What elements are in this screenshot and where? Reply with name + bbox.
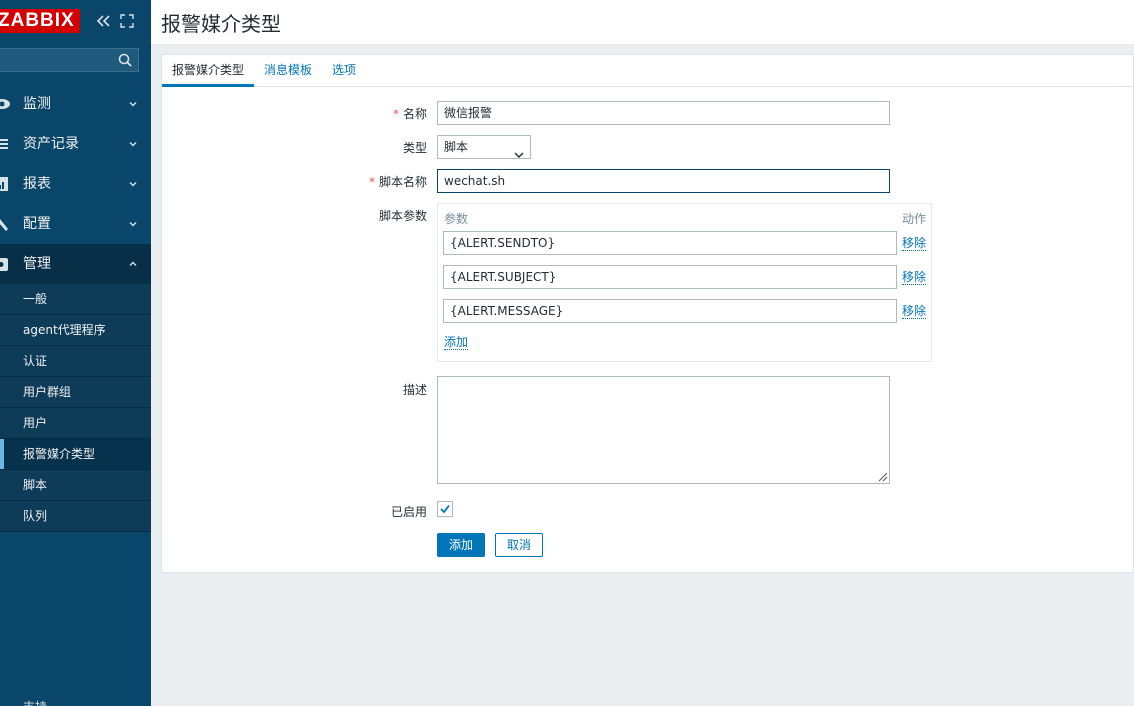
menu-administration-label: 管理 (23, 256, 51, 272)
submenu-label: 用户群组 (23, 385, 72, 399)
submenu-item-media-types[interactable]: 报警媒介类型 (0, 439, 151, 470)
gear-icon (0, 256, 10, 272)
search-icon[interactable] (118, 53, 132, 67)
chevron-down-icon (128, 218, 138, 228)
menu-administration[interactable]: 管理 (0, 244, 151, 284)
type-label: 类型 (402, 141, 427, 155)
logo-row: ZABBIX (0, 0, 151, 44)
chevron-down-icon (128, 98, 138, 108)
param-input[interactable]: {ALERT.SUBJECT} (443, 265, 897, 289)
add-button[interactable]: 添加 (437, 533, 485, 557)
menu-reports-label: 报表 (23, 176, 51, 192)
menu-monitoring-label: 监测 (23, 96, 51, 112)
checkmark-icon (440, 504, 450, 514)
remove-param-button[interactable]: 移除 (902, 236, 927, 251)
page-title: 报警媒介类型 (161, 12, 281, 36)
remove-param-button[interactable]: 移除 (902, 270, 927, 285)
type-select[interactable]: 脚本 (437, 135, 531, 159)
script-name-label: * 脚本名称 (368, 175, 427, 189)
script-name-field[interactable]: wechat.sh (437, 169, 890, 193)
param-input[interactable]: {ALERT.MESSAGE} (443, 299, 897, 323)
menu-inventory-label: 资产记录 (23, 136, 79, 152)
submenu-item-queue[interactable]: 队列 (0, 501, 151, 532)
chevron-down-icon (128, 178, 138, 188)
main-content: 报警媒介类型 报警媒介类型 消息模板 选项 * 名称 微信报警 类型 脚本 * 脚本… (151, 0, 1134, 706)
collapse-sidebar-icon[interactable] (95, 12, 111, 30)
description-label: 描述 (402, 383, 427, 397)
sidebar: ZABBIX 监测 资产记录 报表 配置 管理 一般 agent代理程序 认证 … (0, 0, 151, 706)
tab-options[interactable]: 选项 (332, 55, 356, 87)
support-link[interactable]: 支持 (23, 698, 47, 706)
submenu-label: 队列 (23, 509, 48, 523)
actions-column-header: 动作 (902, 212, 927, 226)
submenu-label: 用户 (23, 416, 48, 430)
name-field[interactable]: 微信报警 (437, 101, 890, 125)
submenu-label: 报警媒介类型 (23, 447, 96, 461)
admin-submenu: 一般 agent代理程序 认证 用户群组 用户 报警媒介类型 脚本 队列 (0, 284, 151, 532)
submenu-label: agent代理程序 (23, 323, 106, 337)
menu-inventory[interactable]: 资产记录 (0, 124, 151, 164)
script-params-label: 脚本参数 (378, 209, 427, 223)
report-icon (0, 176, 10, 192)
cancel-button[interactable]: 取消 (495, 533, 543, 557)
submenu-item-users[interactable]: 用户 (0, 408, 151, 439)
menu-reports[interactable]: 报表 (0, 164, 151, 204)
add-param-button[interactable]: 添加 (444, 335, 469, 350)
sidebar-search-input[interactable] (0, 48, 139, 72)
wrench-icon (0, 216, 10, 232)
script-params-table: 参数 动作 {ALERT.SENDTO} 移除 {ALERT.SUBJECT} … (437, 203, 932, 362)
enabled-label: 已启用 (390, 505, 427, 519)
description-textarea[interactable] (437, 376, 890, 484)
submenu-label: 一般 (23, 292, 48, 306)
submenu-item-general[interactable]: 一般 (0, 284, 151, 315)
main-menu: 监测 资产记录 报表 配置 管理 一般 agent代理程序 认证 用户群组 用户… (0, 84, 151, 532)
chevron-down-icon (514, 144, 524, 158)
param-input[interactable]: {ALERT.SENDTO} (443, 231, 897, 255)
eye-icon (0, 96, 10, 112)
tab-bar: 报警媒介类型 消息模板 选项 (162, 55, 1133, 87)
kiosk-mode-icon[interactable] (120, 14, 134, 28)
name-label: * 名称 (392, 107, 427, 121)
zabbix-logo[interactable]: ZABBIX (0, 9, 80, 33)
form-card: 报警媒介类型 消息模板 选项 * 名称 微信报警 类型 脚本 * 脚本名称 wech… (161, 54, 1134, 573)
type-select-value: 脚本 (444, 140, 469, 154)
submenu-item-scripts[interactable]: 脚本 (0, 470, 151, 501)
submenu-label: 认证 (23, 354, 48, 368)
remove-param-button[interactable]: 移除 (902, 304, 927, 319)
enabled-checkbox[interactable] (437, 501, 453, 517)
chevron-down-icon (128, 138, 138, 148)
submenu-item-user-groups[interactable]: 用户群组 (0, 377, 151, 408)
menu-configuration[interactable]: 配置 (0, 204, 151, 244)
submenu-label: 脚本 (23, 478, 48, 492)
tab-message-templates[interactable]: 消息模板 (264, 55, 312, 87)
tab-media-type[interactable]: 报警媒介类型 (162, 55, 254, 87)
menu-monitoring[interactable]: 监测 (0, 84, 151, 124)
submenu-item-authentication[interactable]: 认证 (0, 346, 151, 377)
submenu-item-proxies[interactable]: agent代理程序 (0, 315, 151, 346)
params-column-header: 参数 (444, 212, 469, 226)
page-header: 报警媒介类型 (151, 0, 1134, 44)
resize-grip-icon[interactable] (876, 470, 888, 482)
menu-configuration-label: 配置 (23, 216, 51, 232)
chevron-up-icon (128, 258, 138, 268)
list-icon (0, 136, 10, 152)
